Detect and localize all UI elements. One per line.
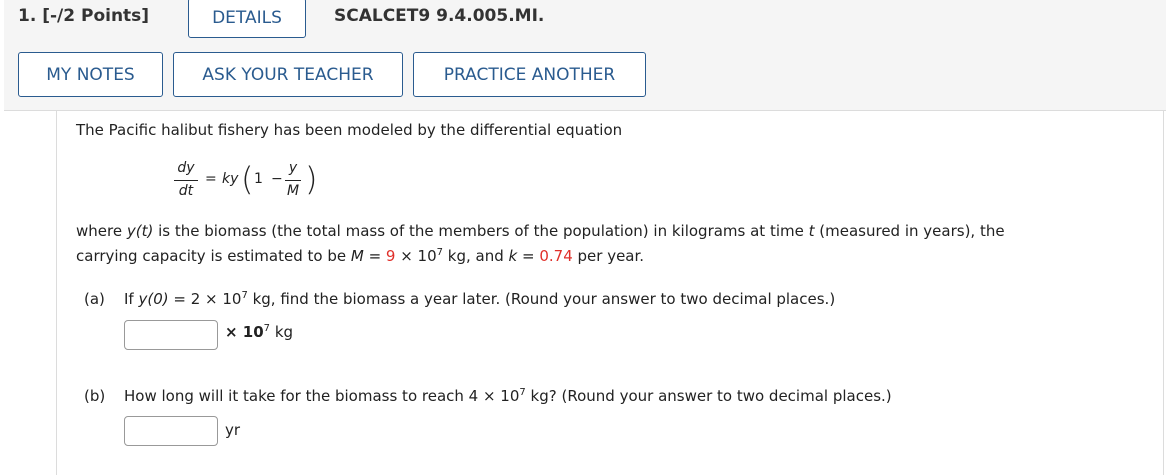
problem-intro: The Pacific halibut fishery has been mod…	[76, 121, 623, 139]
eq-right-paren: )	[305, 160, 318, 198]
problem-line-1: where y(t) is the biomass (the total mas…	[76, 222, 1005, 240]
differential-equation: dy dt = ky ( 1 − y M )	[115, 158, 355, 206]
text: kg, and	[443, 247, 509, 265]
part-b-unit: yr	[225, 421, 241, 439]
var-y0: y(0)	[138, 290, 169, 308]
part-a-answer-input[interactable]	[124, 320, 218, 350]
text: × 10	[395, 247, 437, 265]
text: How long will it take for the biomass to…	[124, 387, 520, 405]
unit-kg: kg	[270, 323, 294, 341]
part-a-question: If y(0) = 2 × 107 kg, find the biomass a…	[124, 290, 835, 308]
eq-fraction-bar-1	[174, 180, 198, 181]
text: = 2 × 10	[168, 290, 242, 308]
part-a-unit: × 107 kg	[225, 323, 293, 341]
text: If	[124, 290, 139, 308]
eq-left-paren: (	[241, 160, 254, 198]
eq-minus: −	[271, 171, 283, 187]
part-b-label: (b)	[84, 387, 106, 405]
eq-one: 1	[254, 171, 263, 187]
text: =	[517, 247, 540, 265]
eq-y: y	[288, 160, 298, 176]
text: kg, find the biomass a year later. (Roun…	[247, 290, 836, 308]
var-M: M	[350, 247, 364, 265]
part-b-question: How long will it take for the biomass to…	[124, 387, 892, 405]
text: kg? (Round your answer to two decimal pl…	[525, 387, 892, 405]
text: carrying capacity is estimated to be	[76, 247, 351, 265]
text: is the biomass (the total mass of the me…	[153, 222, 809, 240]
eq-fraction-bar-2	[285, 180, 301, 181]
question-number: 1. [-/2 Points]	[18, 6, 150, 26]
value-k: 0.74	[539, 247, 573, 265]
my-notes-button[interactable]: MY NOTES	[18, 52, 163, 97]
var-yt: y(t)	[126, 222, 154, 240]
eq-M: M	[286, 183, 300, 199]
ask-teacher-button[interactable]: ASK YOUR TEACHER	[173, 52, 403, 97]
eq-dy: dy	[177, 160, 195, 176]
practice-another-button[interactable]: PRACTICE ANOTHER	[413, 52, 646, 97]
part-b-answer-input[interactable]	[124, 416, 218, 446]
var-k: k	[508, 247, 518, 265]
eq-ky: ky	[222, 171, 239, 187]
text: (measured in years), the	[814, 222, 1005, 240]
eq-equals: =	[205, 171, 217, 187]
text: per year.	[572, 247, 645, 265]
problem-line-2: carrying capacity is estimated to be M =…	[76, 247, 644, 265]
details-tab[interactable]: DETAILS	[188, 0, 306, 38]
part-a-label: (a)	[84, 290, 105, 308]
question-header: 1. [-/2 Points] DETAILS SCALCET9 9.4.005…	[4, 0, 1166, 111]
question-code: SCALCET9 9.4.005.MI.	[334, 6, 545, 26]
text: =	[363, 247, 386, 265]
unit-times: × 10	[225, 323, 264, 341]
eq-dt: dt	[178, 183, 194, 199]
text: where	[76, 222, 127, 240]
